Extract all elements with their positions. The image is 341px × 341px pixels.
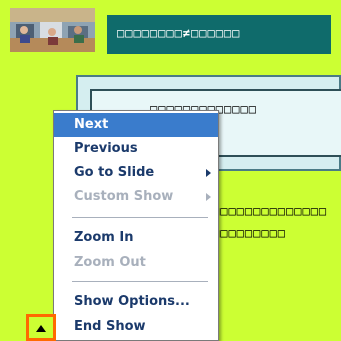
menu-item-end-show[interactable]: End Show [54,315,218,339]
slide-title: □□□□□□□□≠□□□□□□ [117,26,241,40]
menu-item-label: Next [74,117,109,132]
menu-item-previous[interactable]: Previous [54,137,218,161]
menu-item-label: Custom Show [74,189,174,204]
menu-separator [72,281,208,282]
popup-menu-button[interactable] [26,314,56,341]
menu-item-next[interactable]: Next [54,113,218,137]
up-triangle-icon [36,325,46,332]
menu-item-label: Previous [74,141,138,156]
menu-item-zoom-out: Zoom Out [54,251,218,275]
body-line-1: □□□□□□□□□□□□□□ [212,204,328,218]
menu-item-label: Show Options... [74,294,190,309]
classroom-photo [10,8,95,52]
slide-title-band: □□□□□□□□≠□□□□□□ [107,15,331,54]
menu-item-label: Zoom Out [74,255,146,270]
menu-item-zoom-in[interactable]: Zoom In [54,226,218,250]
menu-item-custom-show: Custom Show [54,185,218,209]
menu-item-go-to-slide[interactable]: Go to Slide [54,161,218,185]
menu-item-label: End Show [74,319,146,334]
menu-item-label: Go to Slide [74,165,155,180]
body-line-2: □□□□□□□□□ [212,226,287,240]
chevron-right-icon [206,169,211,177]
menu-separator [72,217,208,218]
chevron-right-icon [206,193,211,201]
slideshow-context-menu: Next Previous Go to Slide Custom Show Zo… [53,110,219,341]
menu-item-label: Zoom In [74,230,134,245]
menu-item-show-options[interactable]: Show Options... [54,290,218,314]
